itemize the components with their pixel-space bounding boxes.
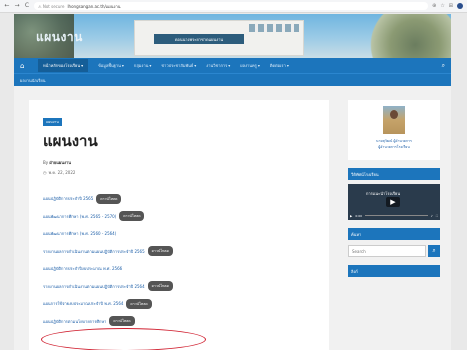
links-widget-title: ลิงก์: [348, 265, 440, 277]
not-secure-label[interactable]: ⚠ Not secure: [38, 4, 64, 9]
url-text[interactable]: lhongsangan.ac.th/แผนงาน: [67, 3, 120, 10]
list-item: รายงานผลการดำเนินงานตามแผนปฏิบัติการประจ…: [43, 243, 315, 261]
reload-icon[interactable]: C: [24, 3, 30, 9]
post-author: By ฝ่ายแผนงาน: [43, 159, 315, 166]
profile-card: นายสุวัฒน์ ผู้อำนวยการ ผู้อำนวยการโรงเรี…: [348, 100, 440, 160]
address-bar[interactable]: ⚠ Not secure lhongsangan.ac.th/แผนงาน: [34, 2, 429, 10]
list-item: แผนพัฒนาการศึกษา (พ.ศ. 2560 - 2564): [43, 225, 315, 243]
nav-item-school[interactable]: หน้าหลักของโรงเรียน ▾: [38, 59, 89, 72]
video-title: การแนะนำโรงเรียน: [366, 191, 401, 196]
video-progress-bar[interactable]: [365, 215, 428, 216]
banner-site-name: แผนงาน: [36, 30, 83, 44]
chevron-down-icon: ▾: [228, 63, 231, 68]
nav-item-departments[interactable]: กลุ่มงาน ▾: [134, 62, 151, 69]
play-icon[interactable]: ▶: [386, 197, 400, 207]
plan-link[interactable]: แผนปฏิบัติการตามนโยบายการศึกษา: [43, 318, 106, 325]
nav-item-student-works[interactable]: ผลงานนักเรียน: [20, 77, 45, 84]
nav-item-basic-info[interactable]: ข้อมูลพื้นฐาน ▾: [98, 62, 124, 69]
chevron-down-icon: ▾: [194, 63, 197, 68]
search-button[interactable]: ⌕: [428, 245, 440, 257]
list-item: แผนปฏิบัติการประจำปี 2565 ดาวน์โหลด: [43, 190, 315, 208]
list-item: แผนปฏิบัติการตามนโยบายการศึกษา ดาวน์โหลด: [43, 313, 315, 331]
video-controls: ▶ 0:00 ♪ ⛶: [350, 213, 438, 218]
browser-extension-icons: ⊕ ☆ ⊞: [432, 3, 463, 9]
list-item: แผนพัฒนาการศึกษา (พ.ศ. 2565 - 2570) ดาวน…: [43, 208, 315, 226]
nav-item-news[interactable]: ข่าวประชาสัมพันธ์ ▾: [161, 62, 196, 69]
date-text: พ.ค. 22, 2022: [48, 170, 76, 175]
nav-label: หน้าหลักของโรงเรียน: [43, 63, 81, 68]
sidebar: นายสุวัฒน์ ผู้อำนวยการ ผู้อำนวยการโรงเรี…: [348, 100, 440, 350]
nav-item-contact[interactable]: ติดต่อเรา ▾: [270, 62, 289, 69]
home-icon[interactable]: ⌂: [20, 62, 28, 70]
chevron-down-icon: ▾: [121, 63, 124, 68]
star-icon[interactable]: ☆: [440, 3, 444, 9]
download-button[interactable]: ดาวน์โหลด: [119, 211, 145, 222]
download-button[interactable]: ดาวน์โหลด: [109, 316, 135, 327]
download-button[interactable]: ดาวน์โหลด: [126, 298, 152, 309]
navbar-row: ⌂ หน้าหลักของโรงเรียน ▾ ข้อมูลพื้นฐาน ▾ กล…: [14, 58, 451, 74]
banner-building-sign: ดอนนางพระยาชาดแผนงาน: [154, 34, 244, 44]
video-player[interactable]: การแนะนำโรงเรียน ▶ ▶ 0:00 ♪ ⛶: [348, 184, 440, 220]
back-icon[interactable]: ←: [4, 3, 10, 9]
download-button[interactable]: ดาวน์โหลด: [147, 281, 173, 292]
plan-link[interactable]: แผนปฏิบัติการประจำปี 2565: [43, 195, 93, 202]
article-card: แผนงาน แผนงาน By ฝ่ายแผนงาน ◷ พ.ค. 22, 2…: [29, 100, 329, 350]
navbar-row: ผลงานนักเรียน: [14, 74, 451, 86]
director-photo: [383, 106, 405, 134]
plan-link[interactable]: แผนพัฒนาการศึกษา (พ.ศ. 2565 - 2570): [43, 213, 116, 220]
chevron-down-icon: ▾: [257, 63, 260, 68]
small-play-icon[interactable]: ▶: [350, 214, 352, 218]
plan-link[interactable]: รายงานผลการดำเนินงานตามแผนปฏิบัติการประจ…: [43, 248, 145, 255]
nav-item-academic[interactable]: งานวิชาการ ▾: [206, 62, 230, 69]
nav-label: งานวิชาการ: [206, 63, 228, 68]
list-item: แผนการใช้จ่ายงบประมาณประจำปี พ.ศ. 2564 ด…: [43, 295, 315, 313]
category-badge[interactable]: แผนงาน: [43, 118, 62, 126]
plan-link[interactable]: แผนปฏิบัติการประจำปีงบประมาณ พ.ศ. 2566: [43, 265, 122, 272]
chevron-down-icon: ▾: [149, 63, 152, 68]
video-time: 0:00: [355, 213, 363, 218]
chevron-down-icon: ▾: [81, 63, 84, 68]
extension-icon[interactable]: ⊞: [449, 3, 453, 9]
nav-label: ข้อมูลพื้นฐาน: [98, 63, 121, 68]
search-input[interactable]: [348, 245, 426, 257]
red-highlight-annotation: [41, 328, 206, 350]
download-button[interactable]: ดาวน์โหลด: [96, 193, 122, 204]
nav-label: กลุ่มงาน: [133, 63, 149, 68]
banner-right-trees: [361, 14, 451, 58]
search-icon[interactable]: ⌕: [442, 62, 445, 70]
plan-list: แผนปฏิบัติการประจำปี 2565 ดาวน์โหลด แผนพ…: [43, 190, 315, 330]
search-widget: ⌕: [348, 245, 440, 257]
nav-label: ผลงานครู: [240, 63, 257, 68]
nav-label: ติดต่อเรา: [269, 63, 286, 68]
chevron-down-icon: ▾: [286, 63, 289, 68]
search-widget-title: ค้นหา: [348, 228, 440, 240]
profile-avatar-icon[interactable]: [457, 3, 463, 9]
nav-item-teacher-works[interactable]: ผลงานครู ▾: [240, 62, 260, 69]
plan-link[interactable]: แผนการใช้จ่ายงบประมาณประจำปี พ.ศ. 2564: [43, 300, 123, 307]
clock-icon: ◷: [43, 170, 47, 175]
list-item: แผนปฏิบัติการประจำปีงบประมาณ พ.ศ. 2566: [43, 260, 315, 278]
banner-building-windows: [249, 24, 299, 32]
content-area: แผนงาน แผนงาน By ฝ่ายแผนงาน ◷ พ.ค. 22, 2…: [14, 86, 451, 350]
plan-link[interactable]: แผนพัฒนาการศึกษา (พ.ศ. 2560 - 2564): [43, 230, 116, 237]
site-banner: แผนงาน ดอนนางพระยาชาดแผนงาน: [14, 14, 451, 58]
forward-icon[interactable]: →: [14, 3, 20, 9]
author-prefix: By: [43, 160, 49, 165]
volume-icon[interactable]: ♪: [431, 214, 433, 218]
browser-toolbar: ← → C ⚠ Not secure lhongsangan.ac.th/แผน…: [0, 0, 467, 13]
author-link[interactable]: ฝ่ายแผนงาน: [49, 160, 71, 165]
nav-label: ข่าวประชาสัมพันธ์: [161, 63, 194, 68]
main-navbar: ⌂ หน้าหลักของโรงเรียน ▾ ข้อมูลพื้นฐาน ▾ กล…: [14, 58, 451, 86]
list-item: รายงานผลการดำเนินงานตามแผนปฏิบัติการประจ…: [43, 278, 315, 296]
zoom-icon[interactable]: ⊕: [432, 3, 436, 9]
download-button[interactable]: ดาวน์โหลด: [147, 246, 173, 257]
post-date: ◷ พ.ค. 22, 2022: [43, 169, 315, 176]
fullscreen-icon[interactable]: ⛶: [436, 214, 438, 218]
plan-link[interactable]: รายงานผลการดำเนินงานตามแผนปฏิบัติการประจ…: [43, 283, 145, 290]
video-widget-title: วีดิทัศน์โรงเรียน: [348, 168, 440, 180]
profile-role: ผู้อำนวยการโรงเรียน: [378, 145, 410, 149]
page-title: แผนงาน: [43, 132, 98, 150]
